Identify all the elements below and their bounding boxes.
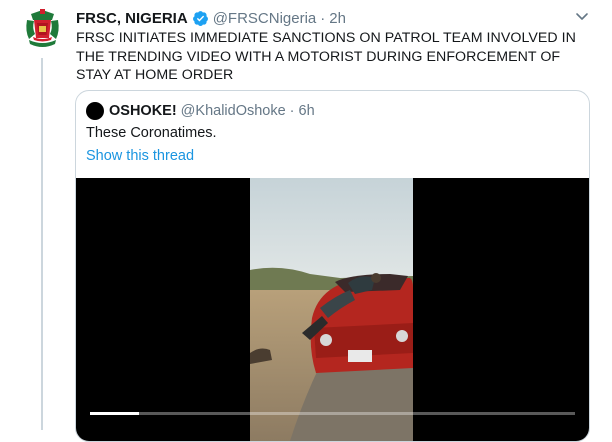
thread-line	[41, 58, 43, 430]
quoted-handle: @KhalidOshoke	[180, 103, 286, 119]
video-progress-fill	[90, 412, 139, 415]
frsc-logo	[19, 6, 66, 53]
tweet-text: FRSC INITIATES IMMEDIATE SANCTIONS ON PA…	[76, 30, 576, 83]
separator-dot: ·	[320, 9, 326, 27]
quoted-header: OSHOKE! @KhalidOshoke · 6h	[86, 101, 315, 121]
video-player[interactable]	[76, 178, 589, 441]
tweet: FRSC, NIGERIA @FRSCNigeria · 2h FRSC INI…	[0, 0, 612, 442]
tweet-header: FRSC, NIGERIA @FRSCNigeria · 2h	[76, 8, 346, 28]
author-name[interactable]: FRSC, NIGERIA	[76, 10, 188, 27]
quoted-tweet[interactable]: OSHOKE! @KhalidOshoke · 6h These Coronat…	[75, 90, 590, 442]
frsc-avatar[interactable]	[19, 6, 66, 53]
quoted-author-name: OSHOKE!	[109, 103, 177, 119]
video-progress-bar[interactable]	[90, 412, 575, 415]
quoted-time: 6h	[298, 103, 315, 119]
tweet-time[interactable]: 2h	[329, 10, 346, 27]
verified-badge-icon	[192, 10, 209, 27]
quoted-text: These Coronatimes.	[86, 125, 217, 141]
author-handle[interactable]: @FRSCNigeria	[213, 10, 317, 27]
quoted-avatar	[86, 102, 104, 120]
quoted-separator: ·	[289, 103, 295, 119]
chevron-down-icon[interactable]	[574, 8, 590, 24]
show-thread-link[interactable]: Show this thread	[86, 148, 194, 164]
video-frame	[250, 178, 413, 441]
